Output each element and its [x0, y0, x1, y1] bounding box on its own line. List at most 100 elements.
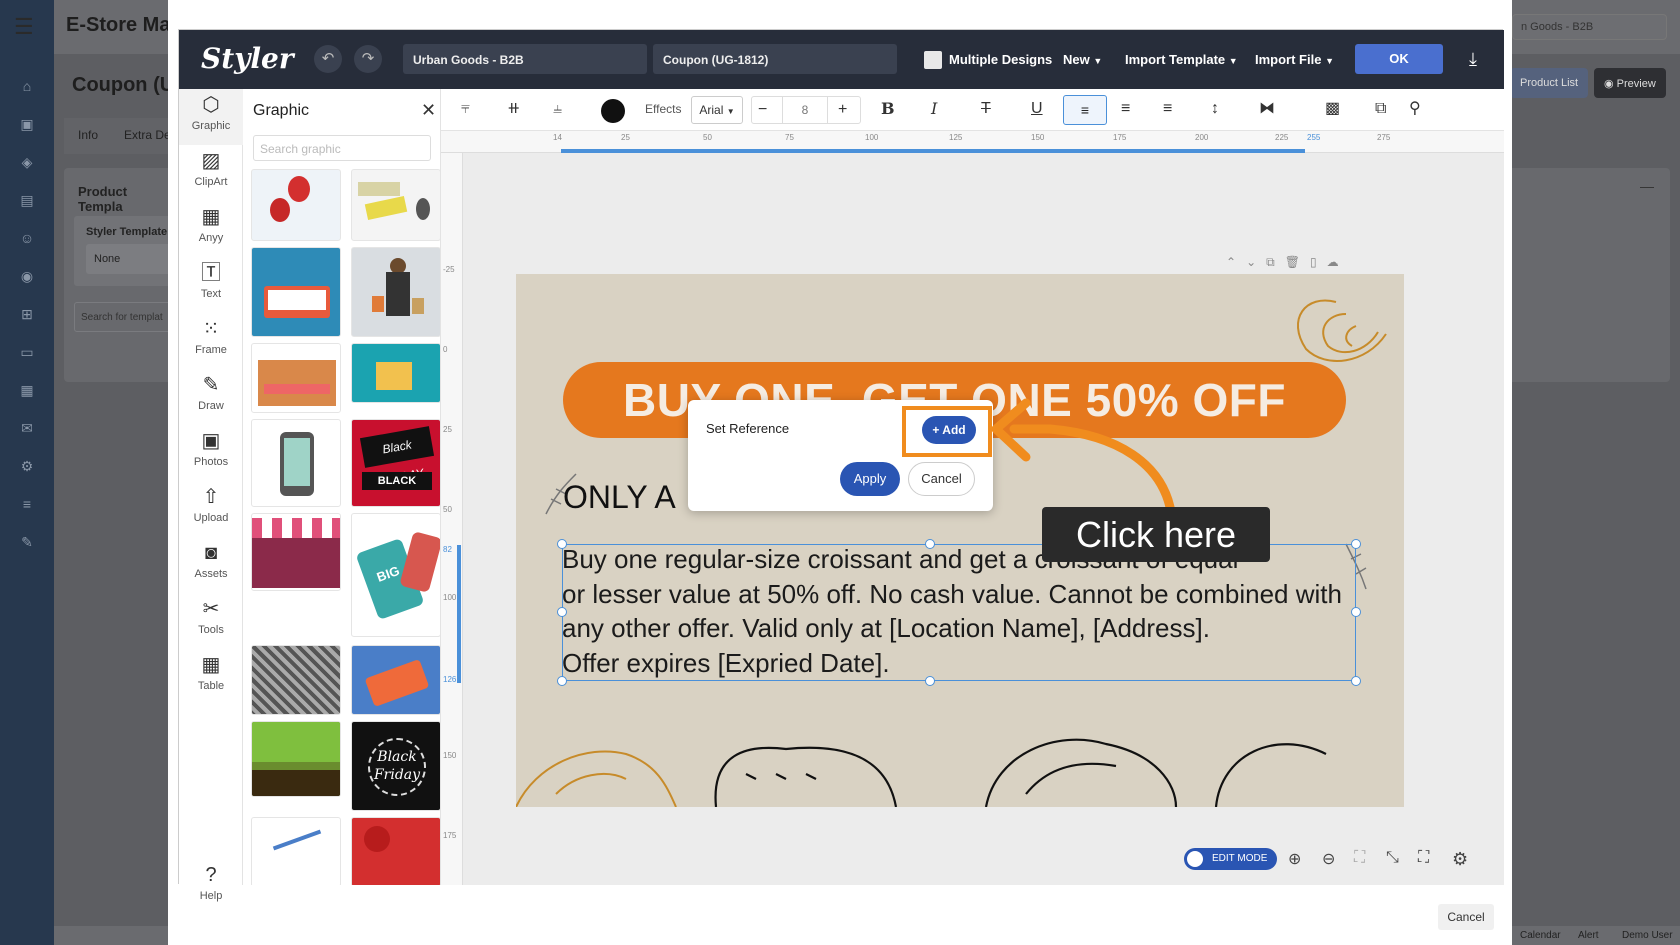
- truck-icon[interactable]: ▭: [18, 344, 36, 360]
- align-top-icon[interactable]: ⫧: [461, 99, 470, 119]
- modal-cancel-button[interactable]: Cancel: [1438, 904, 1494, 930]
- collapse-view-icon[interactable]: ⤡: [1386, 849, 1399, 867]
- graphic-thumb[interactable]: [351, 247, 440, 337]
- graphic-thumb[interactable]: [251, 645, 341, 715]
- resize-handle[interactable]: [1351, 607, 1361, 617]
- graphic-thumb[interactable]: [251, 513, 341, 591]
- fit-icon[interactable]: ⛶: [1354, 849, 1365, 867]
- minus-icon[interactable]: −: [758, 97, 767, 123]
- graphic-thumb[interactable]: [251, 817, 341, 885]
- settings-icon[interactable]: ⚙: [18, 458, 36, 474]
- store-name-field[interactable]: Urban Goods - B2B: [403, 44, 647, 74]
- undo-icon[interactable]: ↶: [314, 45, 342, 73]
- mail-icon[interactable]: ✉: [18, 420, 36, 436]
- graphic-thumb[interactable]: [351, 817, 440, 885]
- align-middle-icon[interactable]: ⧺: [507, 99, 520, 119]
- zoom-in-icon[interactable]: ⊕: [1288, 849, 1301, 869]
- wrench-icon[interactable]: ✎: [18, 534, 36, 550]
- rail-anyy[interactable]: ▦ Anyy: [179, 205, 243, 244]
- color-swatch[interactable]: [601, 99, 625, 123]
- graphic-thumb[interactable]: Black FRIDAY BLACK: [351, 419, 440, 507]
- resize-handle[interactable]: [557, 676, 567, 686]
- status-user[interactable]: Demo User: [1622, 930, 1673, 941]
- graphic-thumb[interactable]: [251, 169, 341, 241]
- transparency-icon[interactable]: ▩: [1325, 99, 1340, 119]
- new-menu[interactable]: New ▼: [1063, 52, 1102, 67]
- cancel-button[interactable]: Cancel: [908, 462, 975, 496]
- graphic-thumb[interactable]: BIG: [351, 513, 440, 637]
- align-right-icon[interactable]: ≡: [1163, 99, 1172, 119]
- flip-icon[interactable]: ⧓: [1259, 99, 1275, 119]
- fullscreen-icon[interactable]: ⛶: [1418, 849, 1429, 867]
- rail-help[interactable]: ? Help: [179, 863, 243, 902]
- line-height-icon[interactable]: ↕: [1211, 99, 1219, 119]
- rail-tools[interactable]: ✂ Tools: [179, 597, 243, 636]
- cart-icon[interactable]: ⊞: [18, 306, 36, 322]
- strikethrough-icon[interactable]: T: [981, 99, 991, 119]
- tab-info[interactable]: Info: [78, 128, 98, 142]
- box-icon[interactable]: ▣: [18, 116, 36, 132]
- design-canvas[interactable]: BUY ONE, GET ONE 50% OFF ONLY A Buy one …: [516, 274, 1404, 807]
- coupon-name-field[interactable]: Coupon (UG-1812): [653, 44, 897, 74]
- graphic-thumb[interactable]: [351, 343, 440, 403]
- multiple-designs-checkbox[interactable]: [924, 51, 942, 69]
- resize-handle[interactable]: [1351, 539, 1361, 549]
- font-size-stepper[interactable]: − 8 +: [751, 96, 861, 124]
- font-select[interactable]: Arial ▼: [691, 96, 743, 124]
- rail-assets[interactable]: ◙ Assets: [179, 541, 243, 580]
- align-center-icon[interactable]: ≡: [1121, 99, 1130, 119]
- resize-handle[interactable]: [557, 539, 567, 549]
- store-selector[interactable]: n Goods - B2B: [1512, 14, 1667, 40]
- resize-handle[interactable]: [925, 676, 935, 686]
- gear-icon[interactable]: ⚙: [1452, 849, 1468, 870]
- cloud-upload-icon[interactable]: ☁: [1327, 255, 1339, 269]
- underline-icon[interactable]: U: [1031, 99, 1043, 119]
- image-icon[interactable]: ▤: [18, 192, 36, 208]
- ok-button[interactable]: OK: [1355, 44, 1443, 74]
- import-template-menu[interactable]: Import Template ▼: [1125, 52, 1238, 67]
- import-file-menu[interactable]: Import File ▼: [1255, 52, 1334, 67]
- graphic-thumb[interactable]: Black Friday: [351, 721, 440, 811]
- effects-button[interactable]: Effects: [645, 99, 681, 119]
- resize-handle[interactable]: [1351, 676, 1361, 686]
- rail-frame[interactable]: ⁙ Frame: [179, 317, 243, 356]
- copy-icon[interactable]: ⧉: [1266, 255, 1275, 269]
- product-list-button[interactable]: Product List: [1510, 68, 1589, 98]
- graphic-thumb[interactable]: [251, 343, 341, 413]
- resize-handle[interactable]: [925, 539, 935, 549]
- download-icon[interactable]: ⤓: [1469, 49, 1477, 70]
- align-left-icon[interactable]: ≡: [1063, 95, 1107, 125]
- hamburger-icon[interactable]: ☰: [14, 16, 34, 38]
- paint-format-icon[interactable]: ⚲: [1409, 99, 1421, 119]
- graphic-thumb[interactable]: [251, 419, 341, 507]
- rail-draw[interactable]: ✎ Draw: [179, 373, 243, 412]
- align-bottom-icon[interactable]: ⫨: [553, 99, 562, 119]
- plus-icon[interactable]: +: [838, 97, 847, 123]
- tag-icon[interactable]: ◈: [18, 154, 36, 170]
- zoom-out-icon[interactable]: ⊖: [1322, 849, 1335, 869]
- status-calendar[interactable]: Calendar: [1520, 930, 1561, 941]
- location-icon[interactable]: ◉: [18, 268, 36, 284]
- trash-icon[interactable]: 🗑: [1285, 255, 1300, 269]
- apply-button[interactable]: Apply: [840, 462, 900, 496]
- rail-graphic[interactable]: ⬡ Graphic: [179, 89, 243, 145]
- only-text[interactable]: ONLY A: [563, 479, 676, 516]
- chevron-down-icon[interactable]: ⌄: [1246, 255, 1256, 269]
- graphic-search-input[interactable]: Search graphic: [253, 135, 431, 161]
- rail-text[interactable]: 🅃 Text: [179, 261, 243, 300]
- chevron-up-icon[interactable]: ⌃: [1226, 255, 1236, 269]
- users-icon[interactable]: ☺: [18, 230, 36, 246]
- rail-clipart[interactable]: ▨ ClipArt: [179, 149, 243, 188]
- grid-icon[interactable]: ▦: [18, 382, 36, 398]
- add-reference-button[interactable]: + Add: [922, 416, 976, 444]
- collapse-icon[interactable]: —: [1640, 178, 1654, 194]
- redo-icon[interactable]: ↷: [354, 45, 382, 73]
- duplicate-icon[interactable]: ⧉: [1375, 99, 1386, 119]
- graphic-thumb[interactable]: [251, 721, 341, 797]
- home-icon[interactable]: ⌂: [18, 78, 36, 94]
- close-icon[interactable]: ✕: [421, 100, 436, 121]
- rail-photos[interactable]: ▣ Photos: [179, 429, 243, 468]
- graphic-thumb[interactable]: [351, 169, 440, 241]
- graphic-thumb[interactable]: [351, 645, 440, 715]
- bold-icon[interactable]: B: [881, 99, 895, 119]
